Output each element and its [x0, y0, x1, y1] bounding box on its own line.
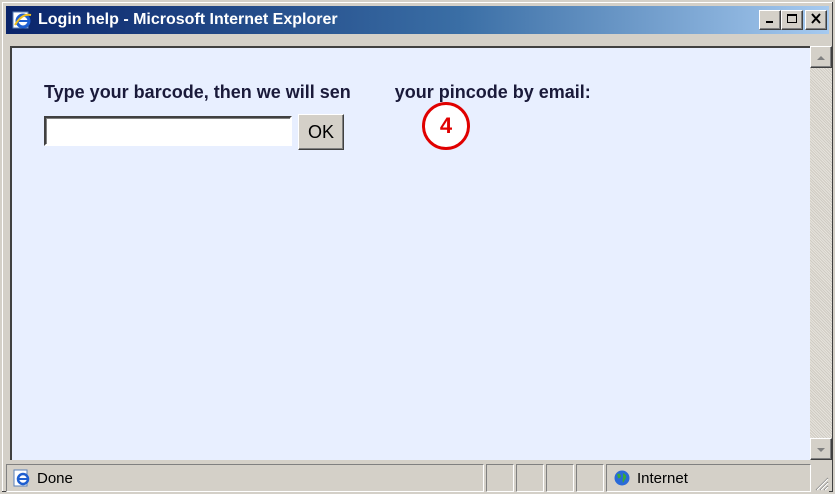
security-zone: Internet [606, 464, 811, 492]
status-cell-3 [546, 464, 574, 492]
scroll-up-button[interactable] [810, 46, 832, 68]
window-title: Login help - Microsoft Internet Explorer [38, 11, 338, 28]
zone-text: Internet [637, 469, 688, 487]
close-icon [810, 11, 822, 29]
globe-icon [613, 469, 631, 487]
resize-grip[interactable] [811, 464, 829, 492]
internet-explorer-icon [12, 10, 32, 30]
status-bar: Done Internet [6, 464, 829, 492]
maximize-icon [786, 11, 798, 29]
scroll-down-button[interactable] [810, 438, 832, 460]
minimize-button[interactable] [759, 10, 781, 30]
page-content: Type your barcode, then we will sen your … [10, 46, 810, 460]
ie-page-icon [13, 469, 31, 487]
status-text: Done [37, 469, 73, 487]
minimize-icon [764, 11, 776, 29]
title-bar[interactable]: Login help - Microsoft Internet Explorer [6, 6, 829, 34]
status-cell-2 [516, 464, 544, 492]
step-marker: 4 [422, 102, 470, 150]
prompt-text: Type your barcode, then we will sen [44, 82, 351, 102]
status-panel: Done [6, 464, 484, 492]
ie-window: Login help - Microsoft Internet Explorer… [0, 0, 835, 494]
arrow-up-icon [816, 48, 826, 66]
ok-button[interactable]: OK [298, 114, 344, 150]
window-controls [759, 10, 827, 30]
maximize-button[interactable] [781, 10, 803, 30]
barcode-input[interactable] [44, 116, 292, 146]
prompt-text-tail: your pincode by email: [394, 82, 591, 102]
barcode-prompt: Type your barcode, then we will sen your … [44, 82, 591, 103]
status-cell-4 [576, 464, 604, 492]
close-button[interactable] [805, 10, 827, 30]
status-cell-1 [486, 464, 514, 492]
vertical-scrollbar[interactable] [810, 46, 832, 460]
arrow-down-icon [816, 440, 826, 458]
